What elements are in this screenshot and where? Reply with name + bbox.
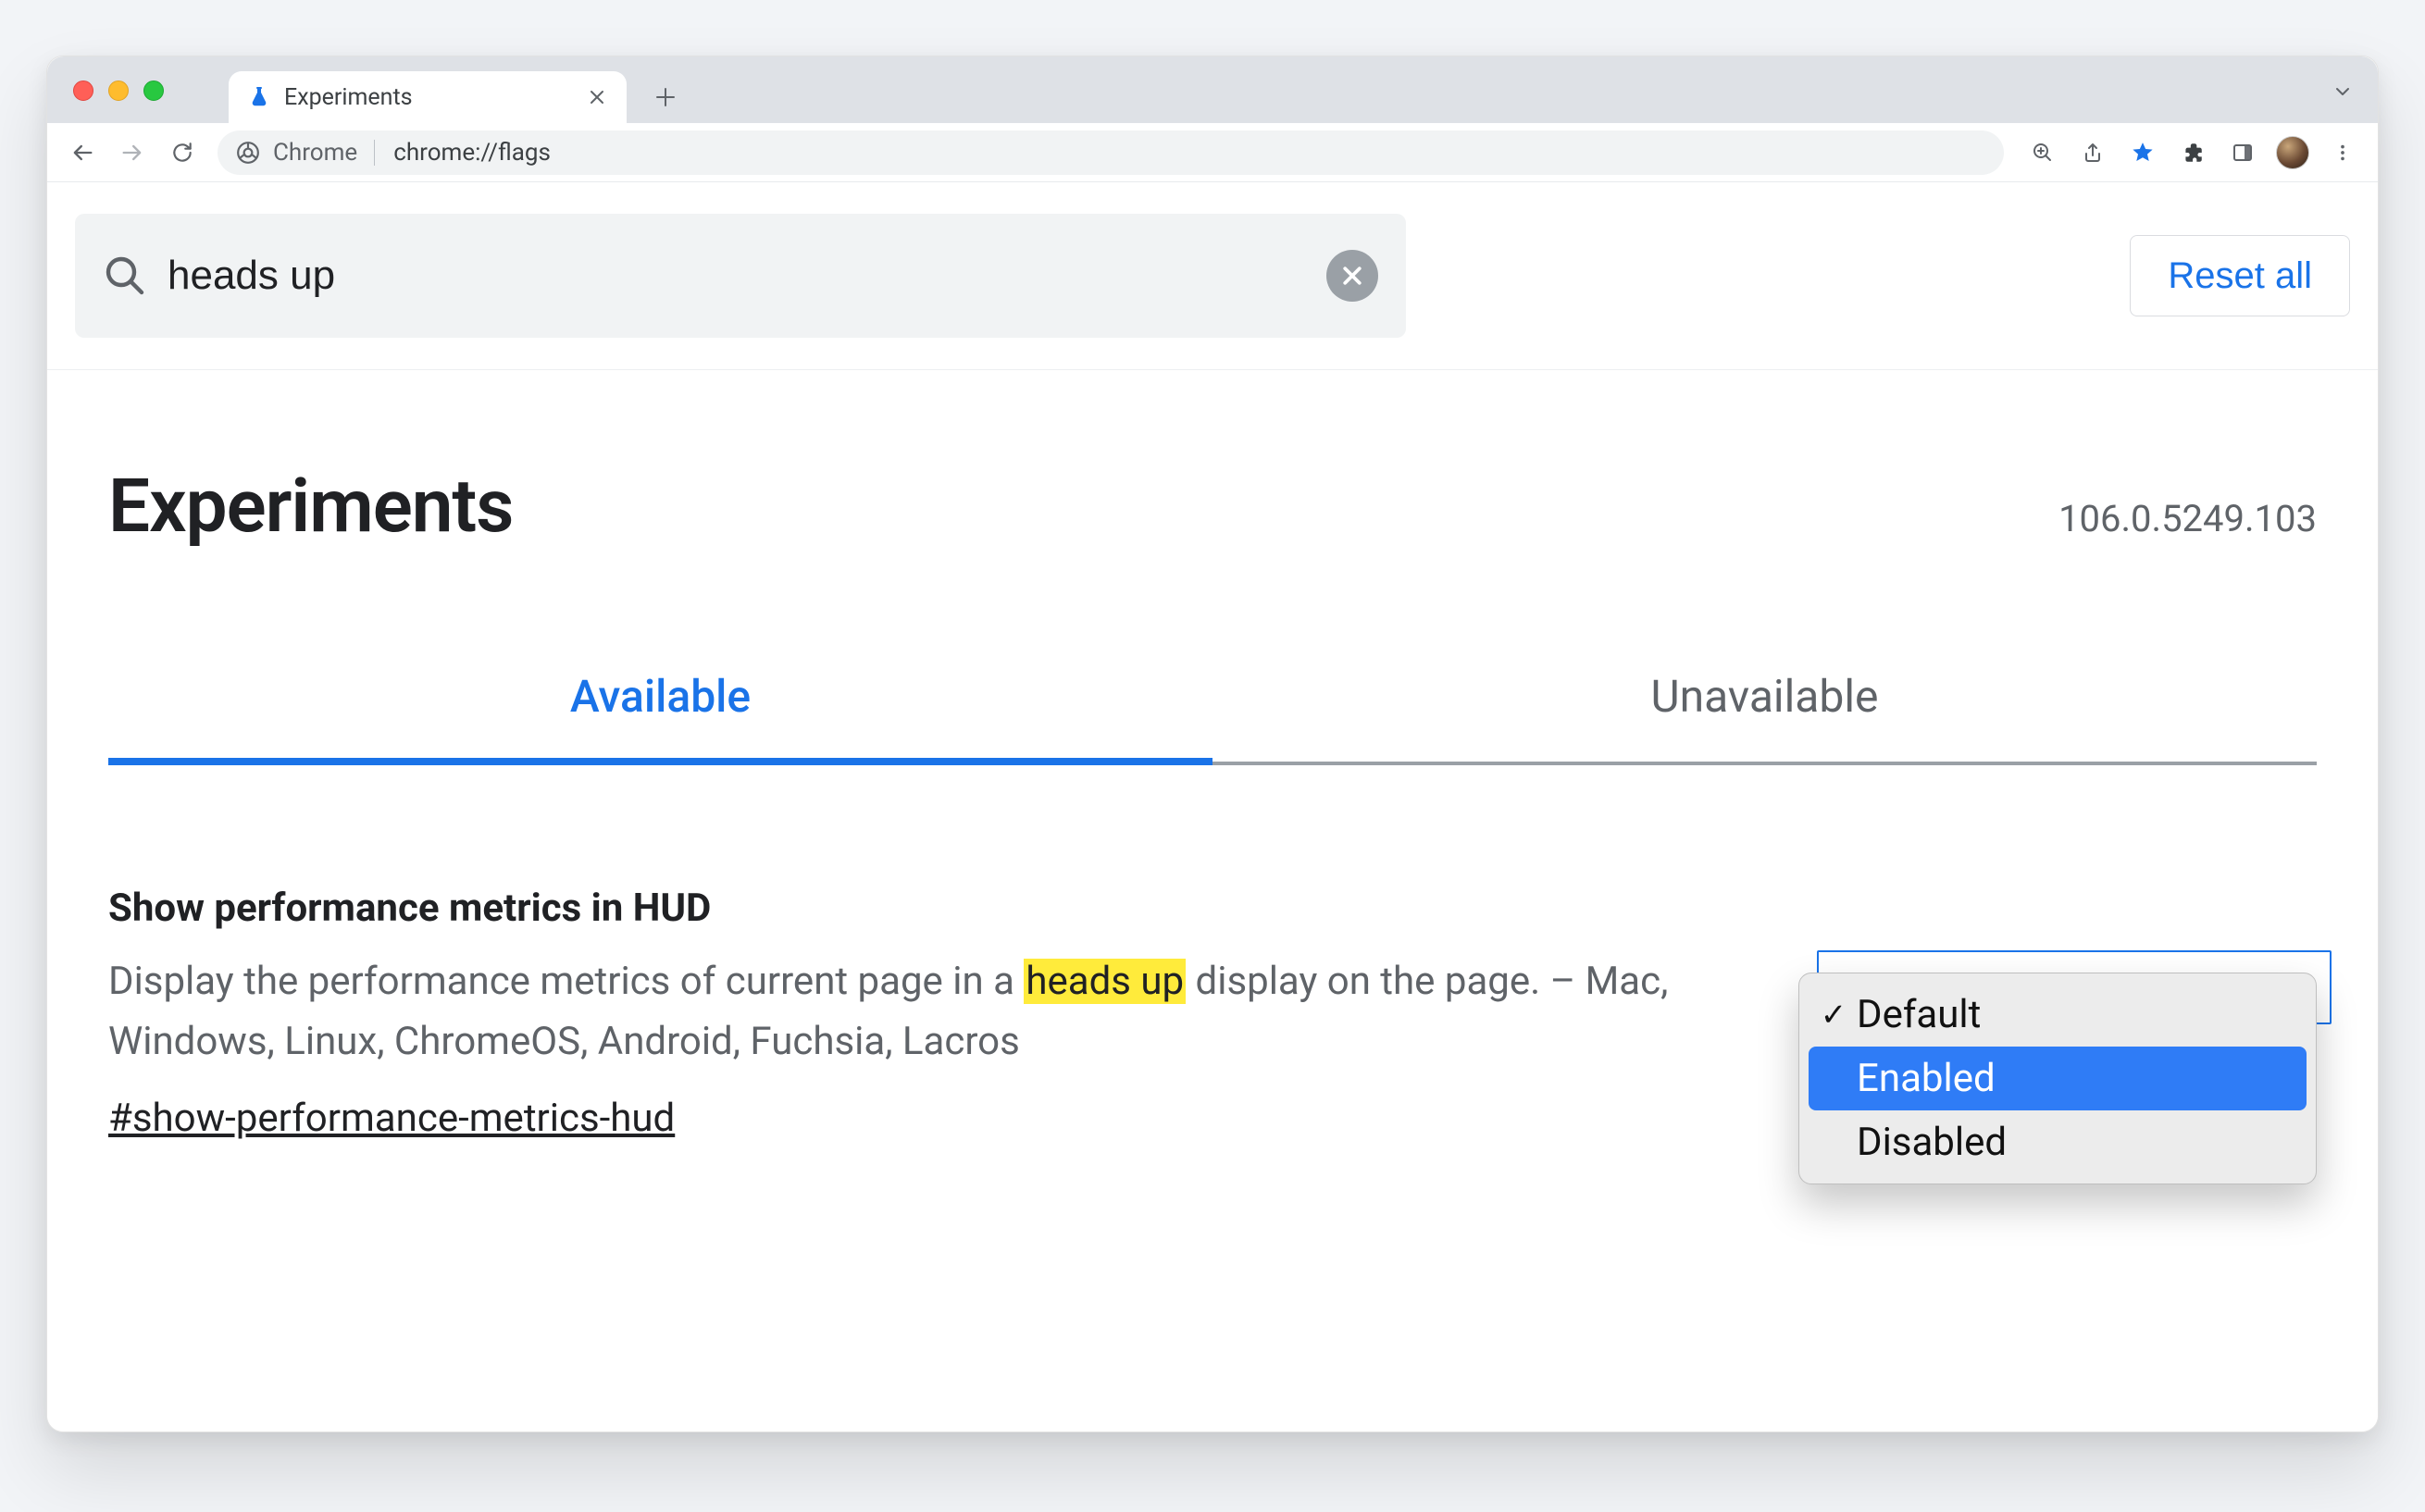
tab-title: Experiments	[284, 84, 571, 111]
flag-select[interactable]: ✓ Default Enabled Disabled	[1798, 886, 2317, 1141]
nav-back-button[interactable]	[60, 130, 105, 175]
tab-overflow-button[interactable]	[2326, 75, 2359, 108]
window-maximize-button[interactable]	[143, 81, 164, 101]
tabs-area: Experiments	[229, 56, 688, 123]
flag-desc-pre: Display the performance metrics of curre…	[108, 959, 1024, 1004]
browser-window: Experiments	[46, 56, 2379, 1432]
page-title: Experiments	[108, 463, 513, 550]
toolbar-actions	[2021, 130, 2365, 175]
option-label: Enabled	[1857, 1056, 1996, 1101]
flag-anchor-link[interactable]: #show-performance-metrics-hud	[108, 1096, 675, 1141]
dropdown-menu: ✓ Default Enabled Disabled	[1798, 973, 2317, 1184]
search-input[interactable]	[168, 253, 1306, 299]
content-area: Experiments 106.0.5249.103 Available Una…	[47, 370, 2378, 1141]
flag-text: Show performance metrics in HUD Display …	[108, 886, 1743, 1141]
heading-row: Experiments 106.0.5249.103	[108, 370, 2317, 550]
omnibox-url: chrome://flags	[393, 139, 551, 167]
bookmark-star-icon[interactable]	[2120, 130, 2165, 175]
tab-unavailable[interactable]: Unavailable	[1212, 670, 2317, 765]
window-controls	[73, 81, 164, 101]
nav-forward-button[interactable]	[110, 130, 155, 175]
clear-search-button[interactable]	[1326, 250, 1378, 302]
omnibox-separator	[374, 140, 375, 166]
zoom-icon[interactable]	[2021, 130, 2065, 175]
dropdown-option-default[interactable]: ✓ Default	[1809, 983, 2307, 1047]
flag-title: Show performance metrics in HUD	[108, 886, 1743, 931]
window-minimize-button[interactable]	[108, 81, 129, 101]
tab-close-icon[interactable]	[584, 84, 610, 110]
toolbar: Chrome chrome://flags	[47, 123, 2378, 182]
window-close-button[interactable]	[73, 81, 93, 101]
avatar	[2276, 136, 2309, 169]
option-label: Default	[1857, 992, 1981, 1037]
side-panel-icon[interactable]	[2220, 130, 2265, 175]
nav-reload-button[interactable]	[160, 130, 205, 175]
search-box[interactable]	[75, 214, 1406, 338]
tab-available[interactable]: Available	[108, 670, 1212, 765]
extensions-icon[interactable]	[2170, 130, 2215, 175]
page-content: Reset all Experiments 106.0.5249.103 Ava…	[47, 182, 2378, 1431]
option-label: Disabled	[1857, 1120, 2007, 1165]
dropdown-option-disabled[interactable]: Disabled	[1809, 1110, 2307, 1174]
chrome-icon	[236, 141, 260, 165]
flag-description: Display the performance metrics of curre…	[108, 951, 1743, 1072]
reset-all-button[interactable]: Reset all	[2130, 235, 2350, 316]
dropdown-option-enabled[interactable]: Enabled	[1809, 1047, 2307, 1110]
flag-row: Show performance metrics in HUD Display …	[108, 886, 2317, 1141]
flask-icon	[247, 85, 271, 109]
search-icon	[103, 254, 147, 298]
tabs: Available Unavailable	[108, 670, 2317, 765]
search-row: Reset all	[47, 182, 2378, 370]
omnibox-scheme-label: Chrome	[273, 139, 357, 167]
browser-tab[interactable]: Experiments	[229, 71, 627, 123]
flag-desc-highlight: heads up	[1024, 959, 1186, 1004]
profile-avatar[interactable]	[2270, 130, 2315, 175]
omnibox[interactable]: Chrome chrome://flags	[218, 130, 2004, 175]
chrome-version: 106.0.5249.103	[2058, 497, 2317, 540]
checkmark-icon: ✓	[1820, 997, 1847, 1034]
tab-strip: Experiments	[47, 56, 2378, 123]
share-icon[interactable]	[2071, 130, 2115, 175]
new-tab-button[interactable]	[643, 75, 688, 119]
kebab-menu-icon[interactable]	[2320, 130, 2365, 175]
